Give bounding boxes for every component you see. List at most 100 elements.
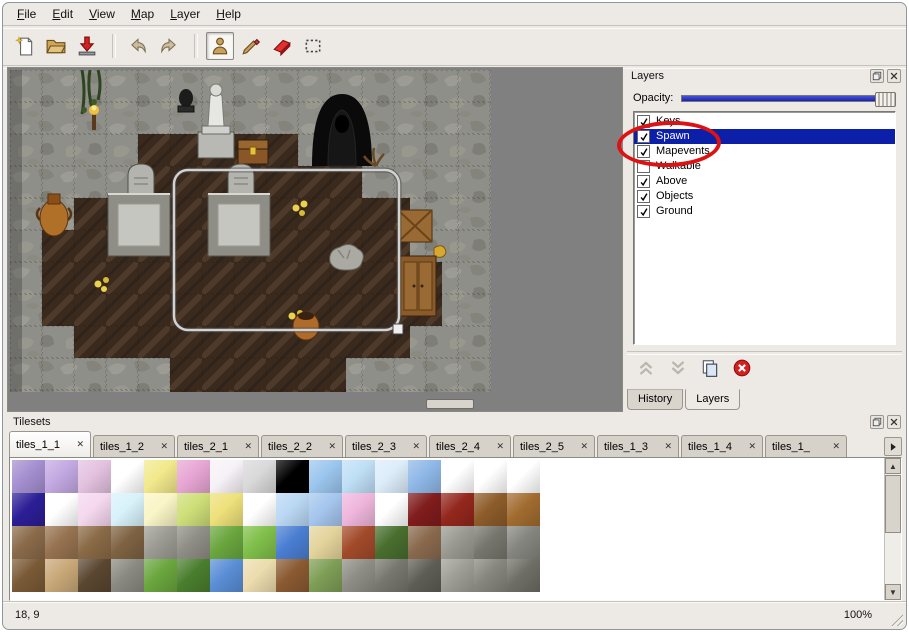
redo-button[interactable] <box>155 32 183 60</box>
palette-tile[interactable] <box>408 559 441 592</box>
layer-visibility-checkbox[interactable] <box>637 205 650 218</box>
palette-tile[interactable] <box>507 460 540 493</box>
float-button[interactable] <box>870 415 884 429</box>
map-canvas-pane[interactable] <box>7 67 623 412</box>
tileset-tab-tiles_1_[interactable]: tiles_1_✕ <box>765 435 847 457</box>
tab-close-icon[interactable]: ✕ <box>72 439 84 450</box>
palette-tile[interactable] <box>342 493 375 526</box>
menu-item-file[interactable]: File <box>9 5 44 23</box>
tileset-tab-tiles_1_1[interactable]: tiles_1_1✕ <box>9 431 91 457</box>
palette-tile[interactable] <box>441 460 474 493</box>
move-up-button[interactable] <box>635 357 657 379</box>
palette-tile[interactable] <box>243 526 276 559</box>
palette-tile[interactable] <box>474 460 507 493</box>
undo-button[interactable] <box>124 32 152 60</box>
palette-tile[interactable] <box>243 460 276 493</box>
palette-tile[interactable] <box>144 493 177 526</box>
tileset-tab-tiles_1_2[interactable]: tiles_1_2✕ <box>93 435 175 457</box>
eraser-tool-button[interactable] <box>268 32 296 60</box>
tab-close-icon[interactable]: ✕ <box>156 441 168 452</box>
palette-tile[interactable] <box>111 559 144 592</box>
palette-tile[interactable] <box>276 526 309 559</box>
menu-item-edit[interactable]: Edit <box>44 5 81 23</box>
palette-tile[interactable] <box>45 526 78 559</box>
tab-close-icon[interactable]: ✕ <box>744 441 756 452</box>
layer-row-walkable[interactable]: Walkable <box>634 159 895 174</box>
save-button[interactable] <box>73 32 101 60</box>
layer-row-objects[interactable]: Objects <box>634 189 895 204</box>
palette-tile[interactable] <box>144 526 177 559</box>
palette-tile[interactable] <box>507 559 540 592</box>
palette-scrollbar-thumb[interactable] <box>885 475 901 533</box>
stamp-tool-button[interactable] <box>206 32 234 60</box>
palette-tile[interactable] <box>375 493 408 526</box>
select-tool-button[interactable] <box>299 32 327 60</box>
palette-tile[interactable] <box>342 460 375 493</box>
palette-tile[interactable] <box>375 526 408 559</box>
delete-button[interactable] <box>731 357 753 379</box>
tileset-tab-tiles_2_2[interactable]: tiles_2_2✕ <box>261 435 343 457</box>
duplicate-button[interactable] <box>699 357 721 379</box>
palette-tile[interactable] <box>144 460 177 493</box>
palette-tile[interactable] <box>12 559 45 592</box>
palette-tile[interactable] <box>276 460 309 493</box>
palette-tile[interactable] <box>177 526 210 559</box>
palette-tile[interactable] <box>441 493 474 526</box>
palette-tile[interactable] <box>375 460 408 493</box>
tab-close-icon[interactable]: ✕ <box>240 441 252 452</box>
scroll-up-button[interactable]: ▲ <box>885 458 901 474</box>
layer-visibility-checkbox[interactable] <box>637 145 650 158</box>
palette-tile[interactable] <box>78 559 111 592</box>
palette-tile[interactable] <box>144 559 177 592</box>
layer-visibility-checkbox[interactable] <box>637 115 650 128</box>
move-down-button[interactable] <box>667 357 689 379</box>
palette-tile[interactable] <box>177 493 210 526</box>
palette-tile[interactable] <box>309 493 342 526</box>
palette-scrollbar[interactable]: ▲ ▼ <box>884 458 901 600</box>
palette-tile[interactable] <box>210 460 243 493</box>
layer-visibility-checkbox[interactable] <box>637 190 650 203</box>
map-canvas[interactable] <box>10 70 491 392</box>
layer-row-ground[interactable]: Ground <box>634 204 895 219</box>
tileset-tab-tiles_2_5[interactable]: tiles_2_5✕ <box>513 435 595 457</box>
layer-visibility-checkbox[interactable] <box>637 160 650 173</box>
palette-tile[interactable] <box>243 493 276 526</box>
dock-tab-history[interactable]: History <box>627 389 683 410</box>
palette-tile[interactable] <box>210 493 243 526</box>
palette-tile[interactable] <box>45 460 78 493</box>
opacity-slider-handle[interactable] <box>875 92 896 107</box>
layer-visibility-checkbox[interactable] <box>637 175 650 188</box>
canvas-hscrollbar-thumb[interactable] <box>426 399 474 409</box>
selection-resize-handle[interactable] <box>393 324 403 334</box>
palette-tile[interactable] <box>111 526 144 559</box>
tab-close-icon[interactable]: ✕ <box>660 441 672 452</box>
palette-tile[interactable] <box>408 493 441 526</box>
palette-tile[interactable] <box>45 493 78 526</box>
palette-tile[interactable] <box>408 526 441 559</box>
layer-row-mapevents[interactable]: Mapevents <box>634 144 895 159</box>
palette-tile[interactable] <box>441 526 474 559</box>
tab-close-icon[interactable]: ✕ <box>576 441 588 452</box>
layer-visibility-checkbox[interactable] <box>637 130 650 143</box>
tileset-tab-tiles_2_4[interactable]: tiles_2_4✕ <box>429 435 511 457</box>
tileset-tab-tiles_2_1[interactable]: tiles_2_1✕ <box>177 435 259 457</box>
resize-grip-icon[interactable] <box>890 613 903 626</box>
palette-tile[interactable] <box>309 526 342 559</box>
palette-tile[interactable] <box>177 559 210 592</box>
palette-tile[interactable] <box>276 493 309 526</box>
palette-tile[interactable] <box>12 526 45 559</box>
palette-tile[interactable] <box>309 460 342 493</box>
palette-tile[interactable] <box>111 460 144 493</box>
paint-tool-button[interactable] <box>237 32 265 60</box>
palette-tile[interactable] <box>342 559 375 592</box>
tileset-tab-tiles_2_3[interactable]: tiles_2_3✕ <box>345 435 427 457</box>
palette-tile[interactable] <box>78 526 111 559</box>
palette-tile[interactable] <box>12 460 45 493</box>
menu-item-help[interactable]: Help <box>208 5 249 23</box>
menu-item-layer[interactable]: Layer <box>162 5 208 23</box>
palette-tile[interactable] <box>507 526 540 559</box>
scroll-down-button[interactable]: ▼ <box>885 584 901 600</box>
palette-tile[interactable] <box>309 559 342 592</box>
layer-row-above[interactable]: Above <box>634 174 895 189</box>
palette-tile[interactable] <box>441 559 474 592</box>
